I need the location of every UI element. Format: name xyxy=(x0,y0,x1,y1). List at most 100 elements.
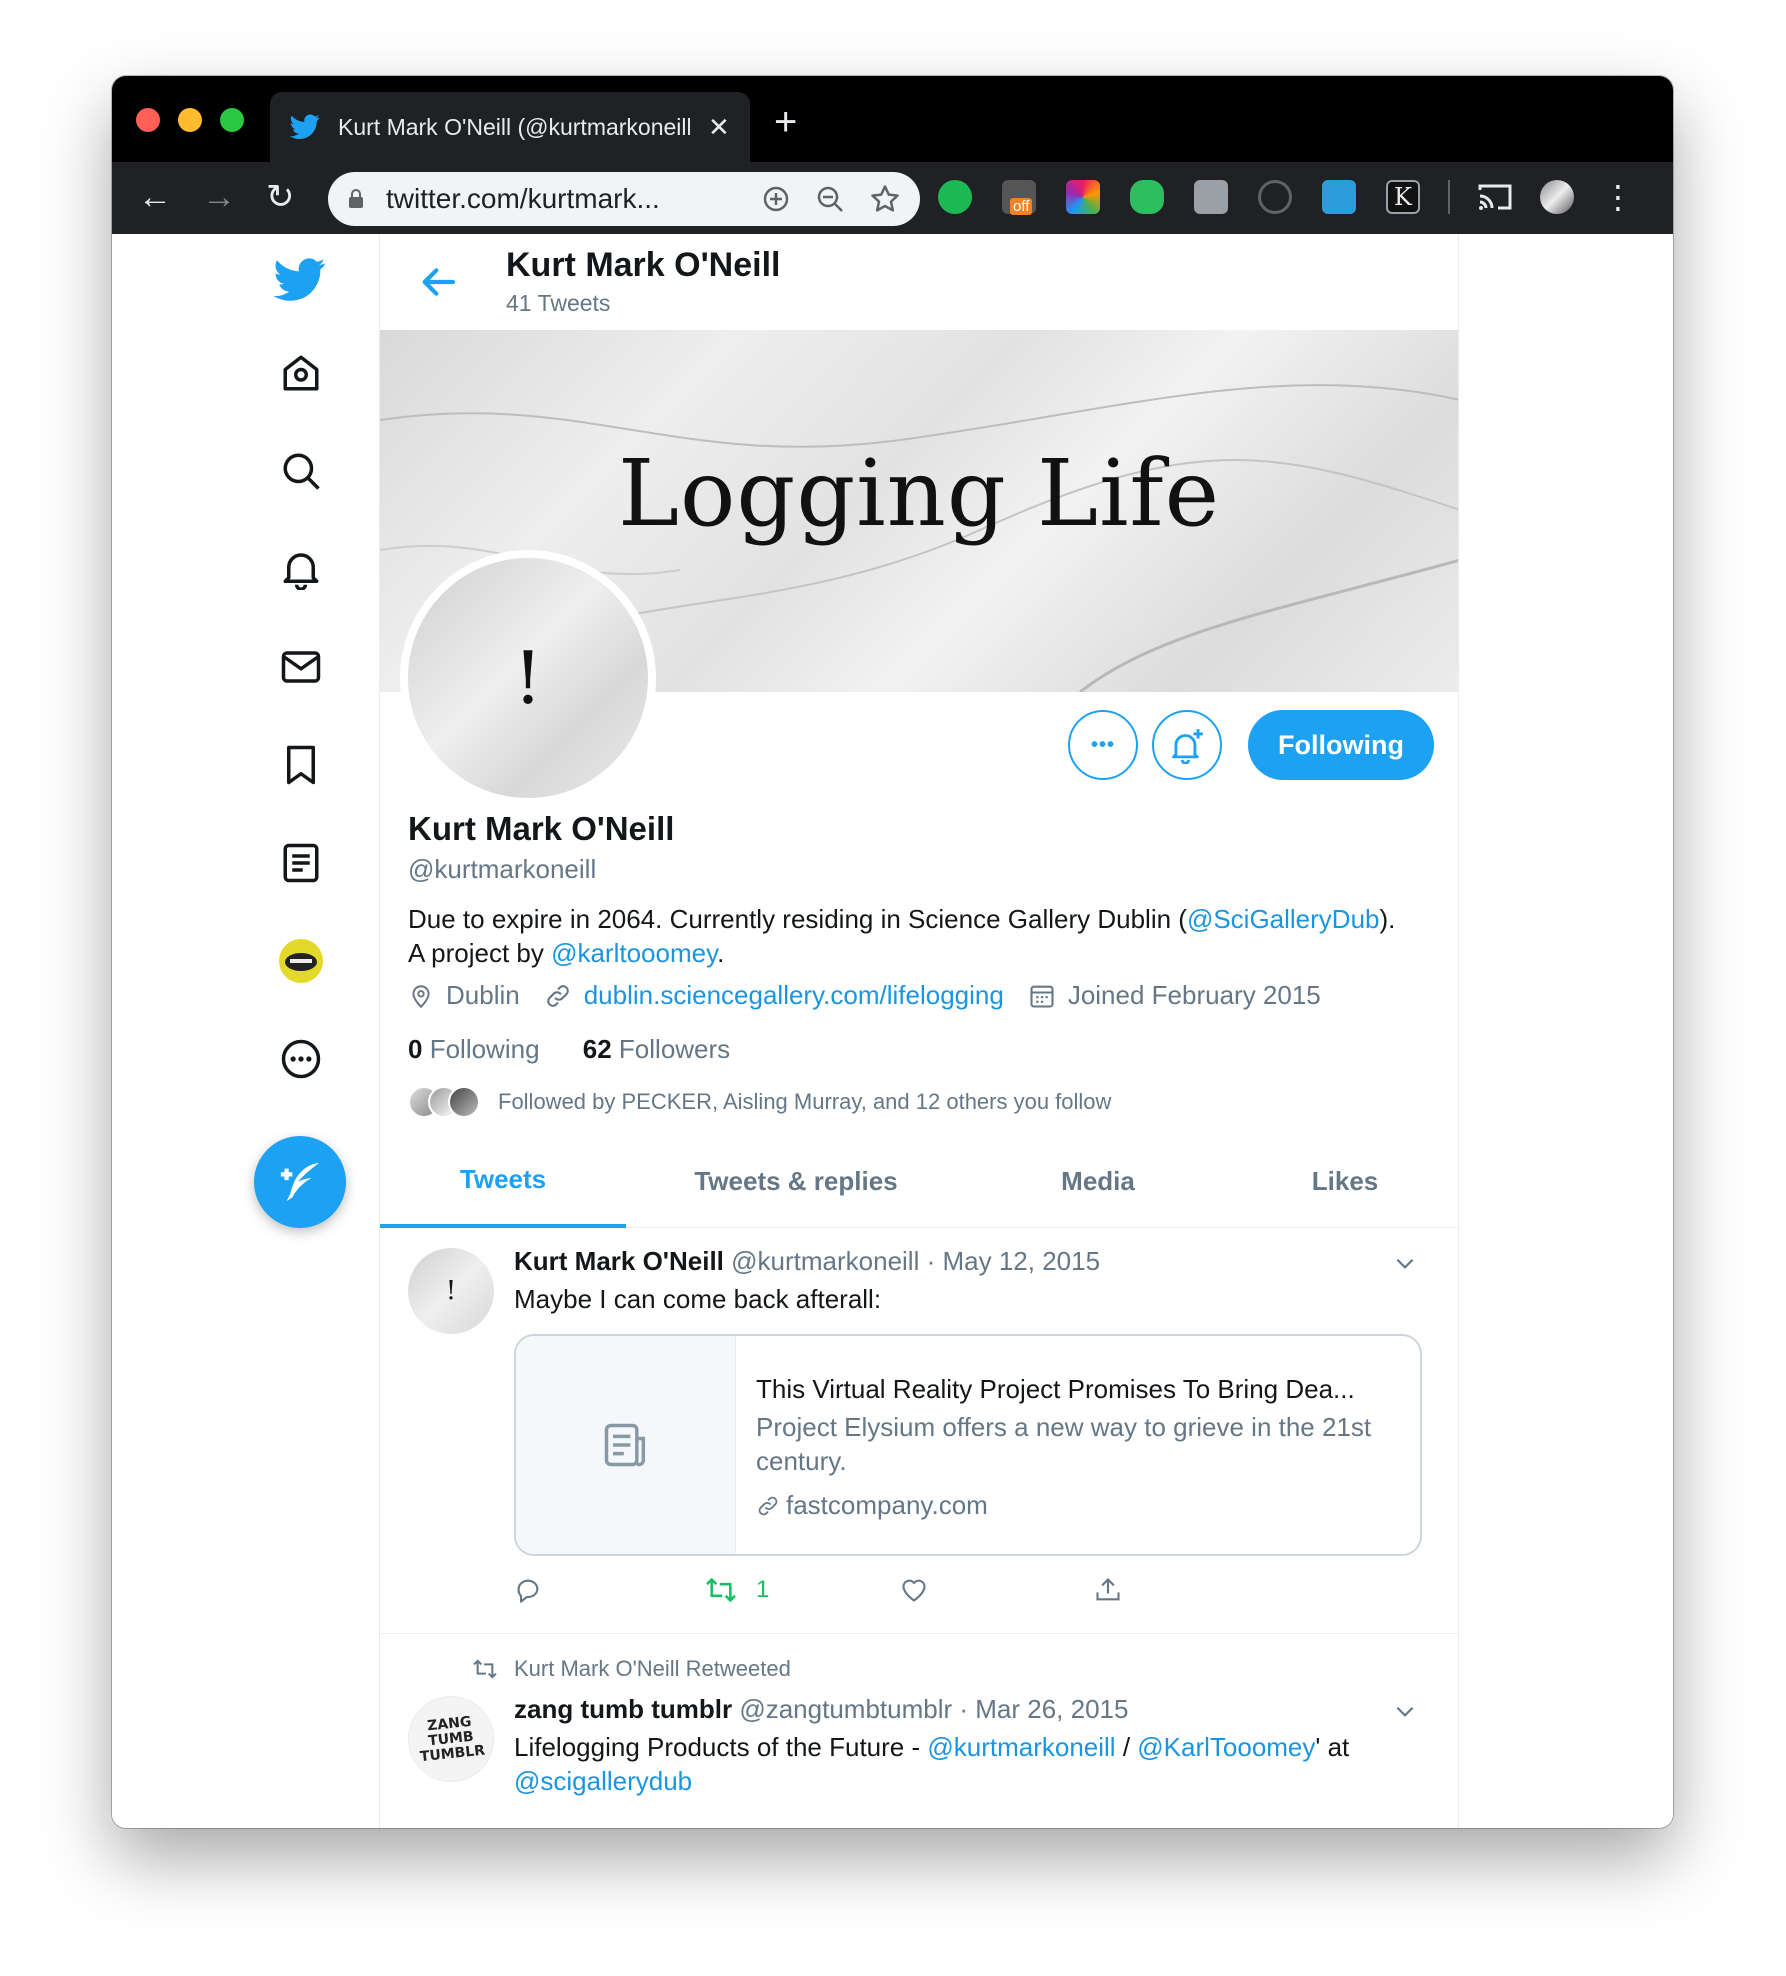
tweet[interactable]: ! Kurt Mark O'Neill @kurtmarkoneill · Ma… xyxy=(380,1228,1458,1634)
tweet-avatar[interactable]: ! xyxy=(408,1248,494,1334)
lists-icon[interactable] xyxy=(278,840,324,886)
notify-button[interactable] xyxy=(1152,710,1222,780)
link-card[interactable]: This Virtual Reality Project Promises To… xyxy=(514,1334,1422,1556)
notifications-bell-icon[interactable] xyxy=(278,546,324,592)
avatar-mark: ! xyxy=(513,636,543,720)
tweet-text-part: ' at xyxy=(1315,1732,1350,1762)
reload-icon[interactable]: ↻ xyxy=(266,180,295,214)
share-icon xyxy=(1096,1578,1120,1601)
evernote-extension-icon[interactable] xyxy=(1130,180,1164,214)
tweet-avatar[interactable]: ZANG TUMB TUMBLR xyxy=(408,1696,494,1782)
reply-button[interactable] xyxy=(514,1576,542,1604)
more-options-icon[interactable] xyxy=(278,1036,324,1082)
bookmark-star-icon[interactable] xyxy=(870,184,900,214)
fire-extension-icon[interactable]: off xyxy=(1002,180,1036,215)
followers-label: Followers xyxy=(618,1034,731,1064)
forward-icon[interactable]: → xyxy=(202,180,236,214)
url-text: twitter.com/kurtmark... xyxy=(386,183,660,214)
mention-link[interactable]: @kurtmarkoneill xyxy=(927,1732,1115,1762)
reply-icon xyxy=(517,1579,539,1603)
cast-icon[interactable] xyxy=(1478,182,1512,212)
more-actions-button[interactable]: ••• xyxy=(1068,710,1138,780)
browser-window: Kurt Mark O'Neill (@kurtmarkoneill) ✕ + … xyxy=(112,76,1673,1828)
search-icon[interactable] xyxy=(278,448,324,494)
extension-badge: off xyxy=(1010,198,1033,215)
mention-link[interactable]: @scigallerydub xyxy=(514,1766,692,1796)
followers-stat[interactable]: 62 Followers xyxy=(583,1034,730,1064)
profile-tabs: Tweets Tweets & replies Media Likes xyxy=(380,1134,1458,1228)
like-button[interactable] xyxy=(900,1576,928,1604)
back-arrow-icon[interactable] xyxy=(418,262,458,302)
profile-avatar-icon[interactable] xyxy=(278,938,324,984)
profile-name: Kurt Mark O'Neill xyxy=(408,810,675,847)
share-button[interactable] xyxy=(1094,1576,1122,1604)
back-icon[interactable]: ← xyxy=(138,180,172,214)
tweet-header: zang tumb tumblr @zangtumbtumblr · Mar 2… xyxy=(514,1694,1128,1725)
location-pin-icon xyxy=(412,984,430,1008)
minimize-window-button[interactable] xyxy=(178,108,202,132)
tab-tweets-replies[interactable]: Tweets & replies xyxy=(626,1134,966,1228)
followed-by-row[interactable]: Followed by PECKER, Aisling Murray, and … xyxy=(408,1086,1111,1118)
retweet-icon xyxy=(473,1659,497,1679)
tab-title: Kurt Mark O'Neill (@kurtmarkoneill) xyxy=(338,113,690,140)
following-button[interactable]: Following xyxy=(1248,710,1434,780)
new-tab-button[interactable]: + xyxy=(774,102,797,142)
feather-plus-icon xyxy=(280,1162,320,1202)
card-domain-text: fastcompany.com xyxy=(786,1490,988,1520)
bio-mention-link[interactable]: @karltooomey xyxy=(551,938,717,968)
profile-avatar-large[interactable]: ! xyxy=(400,550,656,806)
twitter-logo-icon[interactable] xyxy=(272,252,328,308)
retweet-count: 1 xyxy=(756,1576,770,1603)
followers-count: 62 xyxy=(582,1034,612,1064)
chevron-down-icon[interactable] xyxy=(1392,1698,1418,1724)
tab-likes[interactable]: Likes xyxy=(1230,1134,1460,1228)
spiral-extension-icon[interactable] xyxy=(1258,180,1292,214)
close-window-button[interactable] xyxy=(136,108,160,132)
avatar-logo-text: ZANG TUMB TUMBLR xyxy=(419,1713,486,1765)
tweet[interactable]: Kurt Mark O'Neill Retweeted ZANG TUMB TU… xyxy=(380,1634,1458,1828)
tab-close-icon[interactable]: ✕ xyxy=(708,112,730,143)
tab-media[interactable]: Media xyxy=(966,1134,1230,1228)
retweet-button[interactable]: 1 xyxy=(704,1576,769,1604)
avatar-mark: ! xyxy=(445,1276,457,1306)
profile-handle: @kurtmarkoneill xyxy=(408,854,597,884)
k-extension-icon[interactable]: K xyxy=(1386,180,1420,214)
zoom-out-icon[interactable] xyxy=(816,185,844,213)
bio-text: . xyxy=(717,938,725,968)
follower-avatar xyxy=(448,1086,480,1118)
chevron-down-icon[interactable] xyxy=(1392,1250,1418,1276)
tweet-author-name[interactable]: zang tumb tumblr xyxy=(514,1694,732,1724)
bio-mention-link[interactable]: @SciGalleryDub xyxy=(1187,904,1380,934)
profile-avatar[interactable] xyxy=(1540,180,1574,214)
following-stat[interactable]: 0 Following xyxy=(408,1034,540,1064)
tweet-text-part: Lifelogging Products of the Future - xyxy=(514,1732,928,1762)
website-link[interactable]: dublin.sciencegallery.com/lifelogging xyxy=(584,980,1004,1011)
bookmarks-icon[interactable] xyxy=(278,742,324,788)
browser-tab[interactable]: Kurt Mark O'Neill (@kurtmarkoneill) ✕ xyxy=(270,92,750,162)
tweet-date[interactable]: · Mar 26, 2015 xyxy=(959,1694,1128,1724)
messages-envelope-icon[interactable] xyxy=(278,644,324,690)
add-icon[interactable] xyxy=(762,185,790,213)
browser-toolbar: ← → ↻ twitter.com/kurtmark... off K ⋮ xyxy=(112,162,1673,234)
tab-tweets[interactable]: Tweets xyxy=(380,1134,626,1228)
address-bar[interactable]: twitter.com/kurtmark... xyxy=(328,172,920,226)
thumbs-up-extension-icon[interactable] xyxy=(938,180,972,214)
tweet-author-name[interactable]: Kurt Mark O'Neill xyxy=(514,1246,724,1276)
color-picker-extension-icon[interactable] xyxy=(1066,180,1100,214)
mention-link[interactable]: @KarlTooomey xyxy=(1137,1732,1315,1762)
tweet-text: Lifelogging Products of the Future - @ku… xyxy=(514,1730,1434,1798)
profile-meta: Dublin dublin.sciencegallery.com/lifelog… xyxy=(408,980,1321,1011)
follow-stats: 0 Following 62 Followers xyxy=(408,1034,730,1065)
retweeted-by-text: Kurt Mark O'Neill Retweeted xyxy=(514,1656,791,1681)
tweet-text-part: / xyxy=(1115,1732,1138,1762)
profile-bio: Due to expire in 2064. Currently residin… xyxy=(408,902,1408,970)
home-icon[interactable] xyxy=(278,350,324,396)
browser-menu-icon[interactable]: ⋮ xyxy=(1602,180,1634,214)
tweet-count: 41 Tweets xyxy=(506,290,611,316)
window-extension-icon[interactable] xyxy=(1322,180,1356,214)
retweeted-label: Kurt Mark O'Neill Retweeted xyxy=(473,1656,791,1682)
compose-tweet-button[interactable] xyxy=(254,1136,346,1228)
quote-extension-icon[interactable] xyxy=(1194,180,1228,214)
maximize-window-button[interactable] xyxy=(220,108,244,132)
tweet-date[interactable]: · May 12, 2015 xyxy=(927,1246,1100,1276)
